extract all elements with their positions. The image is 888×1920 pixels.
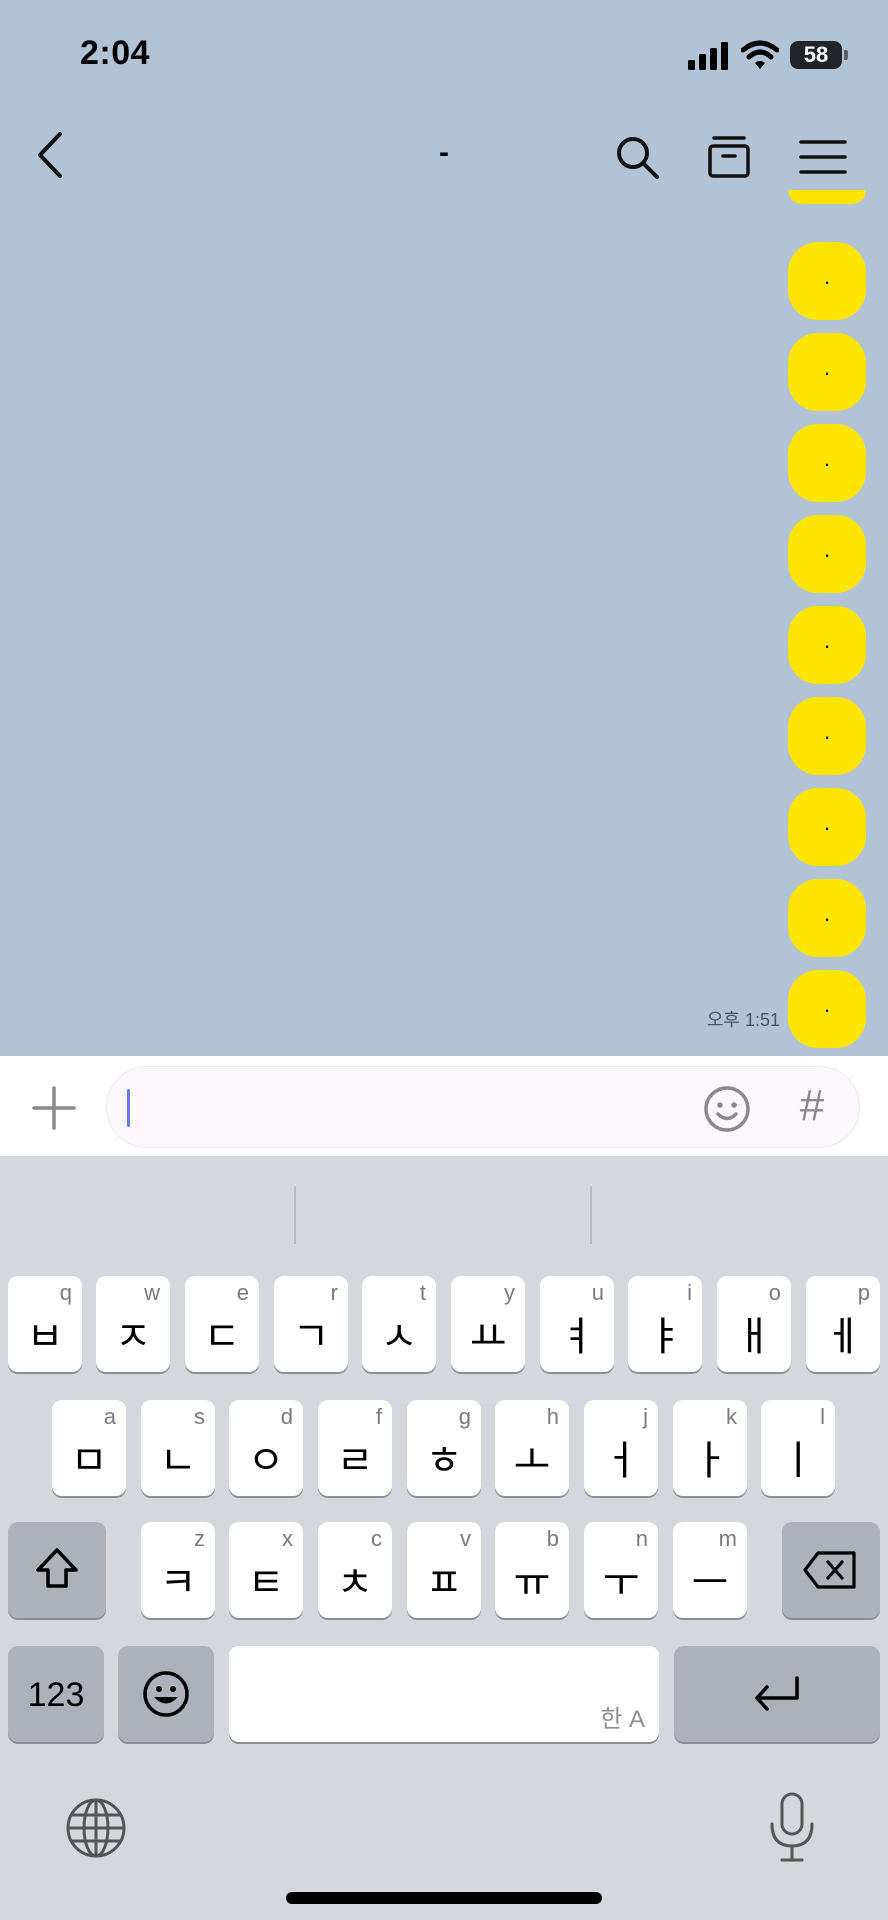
message-bubble[interactable]: . (788, 970, 866, 1048)
wifi-icon (741, 40, 779, 69)
key-t[interactable]: tㅅ (362, 1276, 436, 1372)
message-bubble[interactable]: . (788, 697, 866, 775)
key-x[interactable]: xㅌ (229, 1522, 303, 1618)
message-bubble[interactable]: . (788, 879, 866, 957)
battery-icon: 58 (790, 41, 848, 69)
key-c[interactable]: cㅊ (318, 1522, 392, 1618)
numbers-key[interactable]: 123 (8, 1646, 104, 1742)
key-i[interactable]: iㅑ (628, 1276, 702, 1372)
emoticon-icon[interactable] (703, 1085, 751, 1133)
key-z[interactable]: zㅋ (141, 1522, 215, 1618)
menu-icon[interactable] (798, 138, 848, 176)
message-bubble-partial (788, 190, 866, 204)
key-d[interactable]: dㅇ (229, 1400, 303, 1496)
home-indicator (286, 1892, 602, 1904)
key-p[interactable]: pㅔ (806, 1276, 880, 1372)
globe-icon[interactable] (64, 1796, 128, 1860)
shift-key[interactable] (8, 1522, 106, 1618)
back-icon[interactable] (30, 130, 70, 180)
key-m[interactable]: mㅡ (673, 1522, 747, 1618)
key-y[interactable]: yㅛ (451, 1276, 525, 1372)
suggestion-divider (294, 1186, 296, 1244)
return-key[interactable] (674, 1646, 880, 1742)
keyboard: qㅂ wㅈ eㄷ rㄱ tㅅ yㅛ uㅕ iㅑ oㅐ pㅔ aㅁ sㄴ dㅇ f… (0, 1156, 888, 1920)
key-g[interactable]: gㅎ (407, 1400, 481, 1496)
key-h[interactable]: hㅗ (495, 1400, 569, 1496)
key-w[interactable]: wㅈ (96, 1276, 170, 1372)
chat-area[interactable]: . . . . . . . . . 오후 1:51 (0, 190, 888, 1056)
key-o[interactable]: oㅐ (717, 1276, 791, 1372)
cellular-signal-icon (688, 42, 728, 70)
input-bar: # (0, 1056, 888, 1156)
text-cursor (127, 1089, 130, 1127)
status-bar: 2:04 58 (0, 0, 888, 110)
key-e[interactable]: eㄷ (185, 1276, 259, 1372)
key-s[interactable]: sㄴ (141, 1400, 215, 1496)
suggestion-divider (590, 1186, 592, 1244)
message-bubble[interactable]: . (788, 788, 866, 866)
message-bubble[interactable]: . (788, 424, 866, 502)
message-time: 오후 1:51 (706, 1010, 780, 1030)
search-icon[interactable] (614, 134, 660, 180)
return-icon (755, 1676, 799, 1711)
key-b[interactable]: bㅠ (495, 1522, 569, 1618)
key-v[interactable]: vㅍ (407, 1522, 481, 1618)
message-bubble[interactable]: . (788, 515, 866, 593)
battery-level: 58 (803, 42, 829, 67)
emoji-key[interactable] (118, 1646, 214, 1742)
shift-icon (36, 1548, 78, 1588)
message-bubble[interactable]: . (788, 333, 866, 411)
backspace-icon (803, 1551, 856, 1589)
key-k[interactable]: kㅏ (673, 1400, 747, 1496)
key-l[interactable]: lㅣ (761, 1400, 835, 1496)
key-f[interactable]: fㄹ (318, 1400, 392, 1496)
message-bubble[interactable]: . (788, 606, 866, 684)
microphone-icon[interactable] (766, 1792, 818, 1864)
drawer-icon[interactable] (706, 134, 752, 180)
plus-icon[interactable] (30, 1084, 78, 1132)
status-time: 2:04 (80, 34, 151, 72)
key-q[interactable]: qㅂ (8, 1276, 82, 1372)
emoji-icon (143, 1671, 189, 1717)
key-a[interactable]: aㅁ (52, 1400, 126, 1496)
backspace-key[interactable] (782, 1522, 880, 1618)
message-bubble[interactable]: . (788, 242, 866, 320)
hashtag-button[interactable]: # (787, 1081, 837, 1131)
key-u[interactable]: uㅕ (540, 1276, 614, 1372)
key-n[interactable]: nㅜ (584, 1522, 658, 1618)
space-key[interactable]: 한 A (229, 1646, 659, 1742)
message-input[interactable]: # (106, 1066, 860, 1148)
key-j[interactable]: jㅓ (584, 1400, 658, 1496)
chat-title: - (439, 136, 449, 169)
key-r[interactable]: rㄱ (274, 1276, 348, 1372)
